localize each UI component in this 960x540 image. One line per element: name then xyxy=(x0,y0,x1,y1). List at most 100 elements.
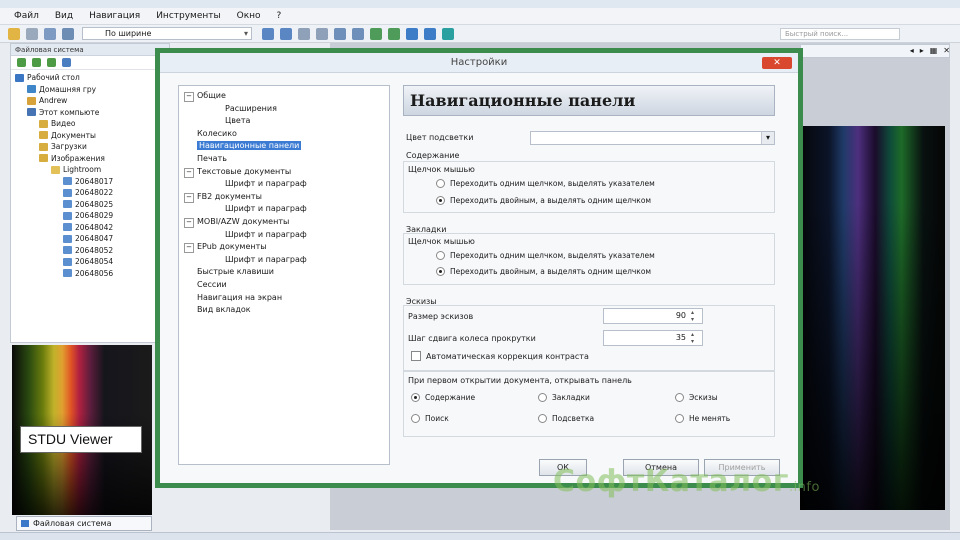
settings-tree-item[interactable]: Цвета xyxy=(183,115,389,128)
radio-button[interactable] xyxy=(675,414,684,423)
radio-label: Переходить двойным, а выделять одним щел… xyxy=(450,267,652,276)
menu-tools[interactable]: Инструменты xyxy=(156,11,220,21)
radio-button[interactable] xyxy=(411,393,420,402)
radio-button[interactable] xyxy=(538,393,547,402)
bookmarks-option-double[interactable]: Переходить двойным, а выделять одним щел… xyxy=(436,267,651,276)
settings-tree-item[interactable]: Быстрые клавиши xyxy=(183,266,389,279)
open-panel-option-search[interactable]: Поиск xyxy=(411,414,449,423)
radio-button[interactable] xyxy=(436,267,445,276)
up-folder-icon[interactable] xyxy=(62,58,71,67)
refresh-icon[interactable] xyxy=(388,27,400,40)
settings-tree-item[interactable]: FB2 документы xyxy=(183,191,389,204)
select-tool-icon[interactable] xyxy=(352,27,364,40)
open-panel-option-contents[interactable]: Содержание xyxy=(411,393,475,402)
paste-icon[interactable] xyxy=(62,27,74,40)
zoom-select[interactable]: По ширине xyxy=(82,27,252,40)
settings-tree-item[interactable]: Шрифт и параграф xyxy=(183,203,389,216)
zoom-out-icon[interactable] xyxy=(280,27,292,40)
radio-label: Содержание xyxy=(425,393,476,402)
file-tree-item[interactable]: Документы xyxy=(11,130,169,142)
highlight-color-select[interactable] xyxy=(530,131,775,145)
file-tree-item[interactable]: Изображения xyxy=(11,153,169,165)
hand-tool-icon[interactable] xyxy=(334,27,346,40)
menu-file[interactable]: Файл xyxy=(14,11,39,21)
file-tree-item[interactable]: 20648017 xyxy=(11,176,169,188)
rotate-icon[interactable] xyxy=(370,27,382,40)
open-panel-option-nochange[interactable]: Не менять xyxy=(675,414,730,423)
bookmarks-option-single[interactable]: Переходить одним щелчком, выделять указа… xyxy=(436,251,655,260)
settings-tree-item[interactable]: MOBI/AZW документы xyxy=(183,216,389,229)
radio-button[interactable] xyxy=(675,393,684,402)
grid-icon[interactable]: ▦ xyxy=(930,46,938,55)
thumb-size-spinner[interactable]: 90 xyxy=(603,308,703,324)
file-system-tab[interactable]: Файловая система xyxy=(16,516,152,531)
settings-tree-item[interactable]: Шрифт и параграф xyxy=(183,254,389,267)
settings-tree-item-label: Цвета xyxy=(225,116,251,126)
file-tree-item-label: Домашняя гру xyxy=(39,84,97,94)
settings-tree-item[interactable]: Шрифт и параграф xyxy=(183,229,389,242)
contents-option-double[interactable]: Переходить двойным, а выделять одним щел… xyxy=(436,196,651,205)
file-tree-item[interactable]: 20648042 xyxy=(11,222,169,234)
settings-tree-item[interactable]: Печать xyxy=(183,153,389,166)
file-tree-item[interactable]: Домашняя гру xyxy=(11,84,169,96)
radio-button[interactable] xyxy=(436,196,445,205)
print-icon[interactable] xyxy=(26,27,38,40)
file-tree-item[interactable]: Этот компьюте xyxy=(11,107,169,119)
open-panel-option-highlight[interactable]: Подсветка xyxy=(538,414,594,423)
contents-option-single[interactable]: Переходить одним щелчком, выделять указа… xyxy=(436,179,655,188)
file-tree-item[interactable]: 20648047 xyxy=(11,233,169,245)
forward-icon[interactable] xyxy=(32,58,41,67)
file-tree-item[interactable]: 20648029 xyxy=(11,210,169,222)
settings-tree-item[interactable]: Шрифт и параграф xyxy=(183,178,389,191)
file-tree-item[interactable]: Lightroom xyxy=(11,164,169,176)
file-tree-item[interactable]: 20648054 xyxy=(11,256,169,268)
zoom-in-icon[interactable] xyxy=(262,27,274,40)
settings-tree-item[interactable]: Общие xyxy=(183,90,389,103)
radio-button[interactable] xyxy=(411,414,420,423)
find-icon[interactable] xyxy=(406,27,418,40)
contrast-checkbox[interactable] xyxy=(411,351,421,361)
close-tab-icon[interactable]: ✕ xyxy=(943,46,950,55)
file-tree-item[interactable]: 20648022 xyxy=(11,187,169,199)
image-file-icon xyxy=(63,177,72,186)
file-tree-item[interactable]: Видео xyxy=(11,118,169,130)
settings-tree-item[interactable]: Расширения xyxy=(183,103,389,116)
close-button[interactable]: ✕ xyxy=(762,57,792,69)
radio-button[interactable] xyxy=(538,414,547,423)
open-panel-option-thumbnails[interactable]: Эскизы xyxy=(675,393,718,402)
next-tab-icon[interactable]: ▸ xyxy=(920,46,924,55)
copy-icon[interactable] xyxy=(44,27,56,40)
menu-window[interactable]: Окно xyxy=(237,11,261,21)
file-tree-item[interactable]: Загрузки xyxy=(11,141,169,153)
open-folder-icon[interactable] xyxy=(8,27,20,40)
settings-tree-item[interactable]: EPub документы xyxy=(183,241,389,254)
fit-width-icon[interactable] xyxy=(316,27,328,40)
quick-search-input[interactable]: Быстрый поиск... xyxy=(780,28,900,40)
sync-icon[interactable] xyxy=(442,27,454,40)
settings-tree-item[interactable]: Навигация на экран xyxy=(183,292,389,305)
file-tree-item[interactable]: Рабочий стол xyxy=(11,72,169,84)
settings-tree-item[interactable]: Колесико xyxy=(183,128,389,141)
open-panel-option-bookmarks[interactable]: Закладки xyxy=(538,393,590,402)
file-tree-item[interactable]: 20648025 xyxy=(11,199,169,211)
settings-tree-item[interactable]: Сессии xyxy=(183,279,389,292)
fit-page-icon[interactable] xyxy=(298,27,310,40)
bookmark-icon[interactable] xyxy=(424,27,436,40)
folder-icon xyxy=(27,85,36,94)
menu-help[interactable]: ? xyxy=(277,11,282,21)
radio-button[interactable] xyxy=(436,179,445,188)
menu-view[interactable]: Вид xyxy=(55,11,73,21)
radio-button[interactable] xyxy=(436,251,445,260)
back-icon[interactable] xyxy=(17,58,26,67)
settings-tree-item[interactable]: Текстовые документы xyxy=(183,166,389,179)
refresh-icon[interactable] xyxy=(47,58,56,67)
menu-navigation[interactable]: Навигация xyxy=(89,11,140,21)
file-tree-item[interactable]: 20648056 xyxy=(11,268,169,280)
file-tree-item[interactable]: 20648052 xyxy=(11,245,169,257)
settings-tree-item-label: Шрифт и параграф xyxy=(225,229,307,239)
prev-tab-icon[interactable]: ◂ xyxy=(910,46,914,55)
settings-tree-item[interactable]: Вид вкладок xyxy=(183,304,389,317)
settings-tree-item-selected[interactable]: Навигационные панели xyxy=(183,140,389,153)
scroll-step-spinner[interactable]: 35 xyxy=(603,330,703,346)
file-tree-item[interactable]: Andrew xyxy=(11,95,169,107)
